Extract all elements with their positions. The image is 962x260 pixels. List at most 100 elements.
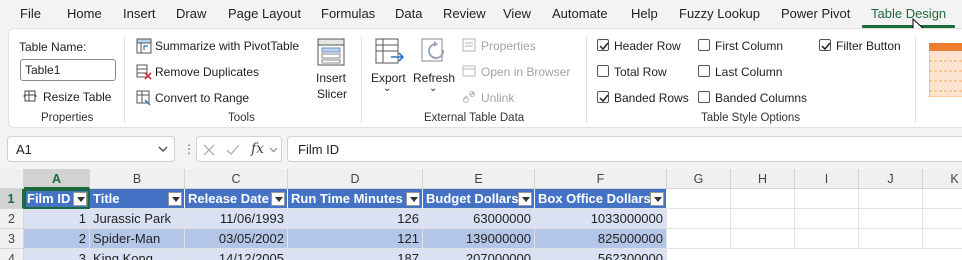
empty-cell[interactable]	[923, 209, 962, 229]
empty-cell[interactable]	[731, 229, 795, 249]
summarize-pivot-button[interactable]: Summarize with PivotTable	[155, 39, 299, 53]
name-box[interactable]: A1	[7, 136, 175, 162]
last-column-checkbox[interactable]	[698, 65, 710, 77]
table-cell[interactable]: 187	[288, 249, 423, 260]
tab-fuzzy-lookup[interactable]: Fuzzy Lookup	[679, 6, 760, 21]
cancel-icon[interactable]	[203, 144, 215, 156]
empty-cell[interactable]	[731, 209, 795, 229]
filter-dropdown-icon[interactable]	[271, 192, 285, 206]
column-header-g[interactable]: G	[667, 169, 731, 189]
tab-draw[interactable]: Draw	[176, 6, 206, 21]
filter-button-checkbox[interactable]	[819, 39, 831, 51]
column-header-h[interactable]: H	[731, 169, 795, 189]
row-header-4[interactable]: 4	[0, 249, 24, 260]
table-cell[interactable]: 03/05/2002	[185, 229, 288, 249]
row-header-3[interactable]: 3	[0, 229, 24, 249]
total-row-checkbox[interactable]	[597, 65, 609, 77]
filter-dropdown-icon[interactable]	[650, 192, 664, 206]
column-header-e[interactable]: E	[423, 169, 535, 189]
select-all-corner[interactable]	[0, 169, 24, 189]
tab-power-pivot[interactable]: Power Pivot	[781, 6, 850, 21]
banded-rows-checkbox[interactable]	[597, 91, 609, 103]
convert-to-range-button[interactable]: Convert to Range	[155, 91, 249, 105]
empty-cell[interactable]	[923, 229, 962, 249]
table-cell[interactable]: 63000000	[423, 209, 535, 229]
resize-table-button[interactable]: Resize Table	[43, 90, 111, 104]
remove-duplicates-button[interactable]: Remove Duplicates	[155, 65, 259, 79]
tab-table-design[interactable]: Table Design	[871, 6, 946, 21]
first-column-label[interactable]: First Column	[715, 39, 783, 53]
empty-cell[interactable]	[795, 189, 859, 209]
table-cell[interactable]: 825000000	[535, 229, 667, 249]
column-header-j[interactable]: J	[859, 169, 923, 189]
table-cell[interactable]: 1	[24, 209, 90, 229]
filter-dropdown-icon[interactable]	[73, 192, 87, 206]
empty-cell[interactable]	[667, 209, 731, 229]
tab-insert[interactable]: Insert	[123, 6, 156, 21]
last-column-label[interactable]: Last Column	[715, 65, 782, 79]
table-cell[interactable]: Spider-Man	[90, 229, 185, 249]
open-in-browser-button[interactable]: Open in Browser	[481, 65, 570, 79]
empty-cell[interactable]	[667, 189, 731, 209]
filter-button-label[interactable]: Filter Button	[836, 39, 901, 53]
table-cell[interactable]: 11/06/1993	[185, 209, 288, 229]
filter-dropdown-icon[interactable]	[168, 192, 182, 206]
table-cell[interactable]: 126	[288, 209, 423, 229]
header-row-label[interactable]: Header Row	[614, 39, 681, 53]
filter-dropdown-icon[interactable]	[518, 192, 532, 206]
tab-page-layout[interactable]: Page Layout	[228, 6, 301, 21]
insert-slicer-button[interactable]: Insert	[316, 71, 346, 85]
banded-rows-label[interactable]: Banded Rows	[614, 91, 689, 105]
empty-cell[interactable]	[859, 209, 923, 229]
column-header-i[interactable]: I	[795, 169, 859, 189]
table-cell[interactable]: King Kong	[90, 249, 185, 260]
tab-review[interactable]: Review	[443, 6, 486, 21]
header-row-checkbox[interactable]	[597, 39, 609, 51]
table-cell[interactable]: 3	[24, 249, 90, 260]
formula-input[interactable]: Film ID	[287, 136, 962, 162]
table-cell[interactable]: 14/12/2005	[185, 249, 288, 260]
tab-view[interactable]: View	[503, 6, 531, 21]
insert-slicer-button-line2[interactable]: Slicer	[317, 87, 347, 101]
row-header-2[interactable]: 2	[0, 209, 24, 229]
table-cell[interactable]: 562300000	[535, 249, 667, 260]
column-header-f[interactable]: F	[535, 169, 667, 189]
total-row-label[interactable]: Total Row	[614, 65, 667, 79]
column-header-b[interactable]: B	[90, 169, 185, 189]
table-header-cell[interactable]: Box Office Dollars	[535, 189, 667, 209]
chevron-down-icon[interactable]: ⌄	[429, 83, 437, 94]
table-cell[interactable]: 207000000	[423, 249, 535, 260]
first-column-checkbox[interactable]	[698, 39, 710, 51]
column-header-d[interactable]: D	[288, 169, 423, 189]
properties-button[interactable]: Properties	[481, 39, 536, 53]
filter-dropdown-icon[interactable]	[406, 192, 420, 206]
empty-cell[interactable]	[795, 229, 859, 249]
table-name-input[interactable]: Table1	[20, 59, 116, 81]
table-cell[interactable]: 139000000	[423, 229, 535, 249]
tab-data[interactable]: Data	[395, 6, 422, 21]
column-header-a[interactable]: A	[24, 169, 90, 189]
banded-columns-label[interactable]: Banded Columns	[715, 91, 807, 105]
table-cell[interactable]: 1033000000	[535, 209, 667, 229]
row-header-1[interactable]: 1	[0, 189, 24, 209]
enter-check-icon[interactable]	[226, 144, 240, 156]
table-header-cell[interactable]: Run Time Minutes	[288, 189, 423, 209]
insert-function-icon[interactable]: fx	[251, 141, 264, 157]
tab-formulas[interactable]: Formulas	[321, 6, 375, 21]
chevron-down-icon[interactable]: ⌄	[383, 83, 391, 94]
table-cell[interactable]: 2	[24, 229, 90, 249]
column-header-k[interactable]: K	[923, 169, 962, 189]
tab-automate[interactable]: Automate	[552, 6, 608, 21]
empty-cell[interactable]	[795, 209, 859, 229]
tab-file[interactable]: File	[20, 6, 41, 21]
banded-columns-checkbox[interactable]	[698, 91, 710, 103]
empty-cell[interactable]	[859, 229, 923, 249]
empty-cell[interactable]	[667, 229, 731, 249]
table-cell[interactable]: Jurassic Park	[90, 209, 185, 229]
table-style-preview-icon[interactable]	[929, 43, 962, 97]
tab-help[interactable]: Help	[631, 6, 658, 21]
chevron-down-icon[interactable]	[158, 146, 168, 153]
empty-cell[interactable]	[731, 189, 795, 209]
empty-cell[interactable]	[923, 189, 962, 209]
column-header-c[interactable]: C	[185, 169, 288, 189]
